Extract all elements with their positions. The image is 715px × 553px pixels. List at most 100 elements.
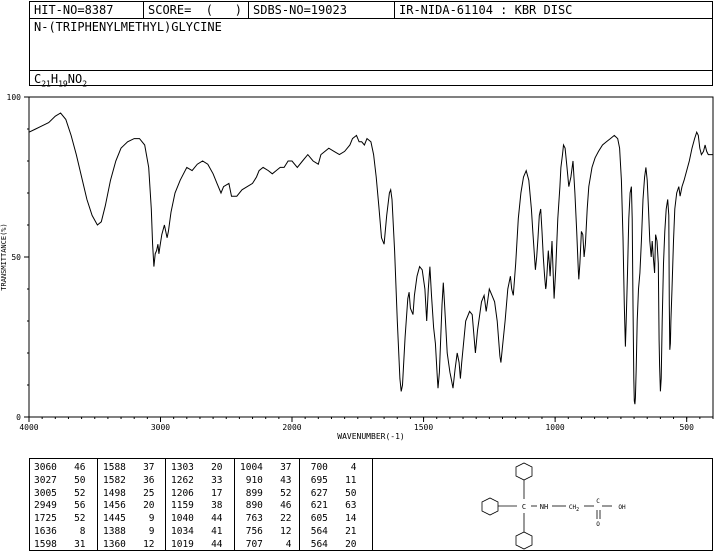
peak-transmittance: 52 [74,513,86,525]
peak-transmittance: 52 [280,487,292,499]
peak-column: 1303 20 1262 33 1206 17 1159 38 1040 44 1034 … [171,462,223,552]
peak-row: 627 50 [305,488,357,501]
peak-wavenumber: 621 [305,500,328,512]
peak-row: 1582 36 [103,475,155,488]
peak-wavenumber: 3005 [34,487,57,499]
peak-wavenumber: 1388 [103,525,126,537]
score-field: SCORE= ( ) [148,3,242,17]
column-divider [299,459,300,550]
peak-transmittance: 46 [74,462,86,473]
phenyl-ring-left [481,497,499,516]
x-tick-label: 1000 [545,423,564,432]
column-divider [234,459,235,550]
hydroxyl-label: OH [618,504,626,511]
y-tick-label: 0 [16,413,21,422]
peak-wavenumber: 564 [305,525,328,537]
peak-transmittance: 44 [211,513,223,525]
x-axis-label: WAVENUMBER(-1) [337,432,404,441]
peak-column: 1004 37 910 43 899 52 890 46 763 22 756 … [240,462,292,552]
spectrum-line [28,112,713,405]
peak-transmittance: 46 [280,500,292,512]
peak-transmittance: 44 [211,538,223,550]
y-axis-label: TRANSMITTANCE(%) [0,223,8,290]
peak-transmittance: 43 [280,474,292,486]
column-divider [97,459,98,550]
peak-transmittance: 12 [143,538,155,550]
peak-wavenumber: 890 [240,500,263,512]
panel-divider [372,459,373,550]
peak-transmittance: 25 [143,487,155,499]
peak-transmittance: 12 [280,525,292,537]
peak-wavenumber: 1498 [103,487,126,499]
peak-row: 1004 37 [240,462,292,475]
ch2-label: CH2 [569,504,579,513]
sdbs-number: SDBS-NO=19023 [253,3,347,17]
y-tick-label: 50 [11,253,21,262]
phenyl-ring-top [515,462,533,481]
peak-row: 564 20 [305,539,357,552]
peak-row: 564 21 [305,526,357,539]
axis-ticks [24,96,714,422]
peak-row: 700 4 [305,462,357,475]
peak-wavenumber: 695 [305,474,328,486]
chemical-structure: C NH CH2 C O OH [481,462,626,550]
peak-wavenumber: 1456 [103,500,126,512]
peak-row: 3060 46 [34,462,86,475]
peak-wavenumber: 707 [240,538,263,550]
peak-transmittance: 50 [74,474,86,486]
x-tick-label: 1500 [414,423,433,432]
peak-transmittance: 52 [74,487,86,499]
peak-row: 1040 44 [171,513,223,526]
peak-wavenumber: 1303 [171,462,194,473]
peak-wavenumber: 1588 [103,462,126,473]
peak-row: 890 46 [240,500,292,513]
peak-row: 621 63 [305,500,357,513]
x-tick-label: 4000 [19,423,38,432]
peak-row: 695 11 [305,475,357,488]
peak-column: 1588 37 1582 36 1498 25 1456 20 1445 9 1388 9… [103,462,155,552]
peak-row: 707 4 [240,539,292,552]
peak-wavenumber: 763 [240,513,263,525]
ir-method: IR-NIDA-61104 : KBR DISC [399,3,573,17]
peak-row: 1303 20 [171,462,223,475]
peak-transmittance: 63 [345,500,357,512]
peak-row: 1598 31 [34,539,86,552]
hit-number: HIT-NO=8387 [34,3,114,17]
peak-transmittance: 37 [143,462,155,473]
peak-wavenumber: 1004 [240,462,263,473]
carbonyl-carbon: C [596,498,600,505]
peak-wavenumber: 1159 [171,500,194,512]
peak-transmittance: 11 [345,474,357,486]
peak-wavenumber: 3060 [34,462,57,473]
peak-row: 3027 50 [34,475,86,488]
column-divider [165,459,166,550]
peak-transmittance: 20 [143,500,155,512]
peak-row: 3005 52 [34,488,86,501]
peak-transmittance: 36 [143,474,155,486]
peak-wavenumber: 910 [240,474,263,486]
peak-wavenumber: 700 [305,462,328,473]
peak-wavenumber: 627 [305,487,328,499]
peak-row: 1636 8 [34,526,86,539]
peak-transmittance: 21 [345,525,357,537]
peak-row: 756 12 [240,526,292,539]
peak-transmittance: 50 [345,487,357,499]
peak-transmittance: 33 [211,474,223,486]
peak-row: 899 52 [240,488,292,501]
peak-row: 1034 41 [171,526,223,539]
peak-row: 1725 52 [34,513,86,526]
x-tick-label: 2000 [282,423,301,432]
peak-row: 605 14 [305,513,357,526]
peak-transmittance: 17 [211,487,223,499]
peak-row: 1388 9 [103,526,155,539]
peak-row: 910 43 [240,475,292,488]
phenyl-ring-bottom [515,531,533,550]
peak-wavenumber: 3027 [34,474,57,486]
peak-wavenumber: 899 [240,487,263,499]
carbonyl-oxygen: O [596,521,600,528]
peak-column: 700 4 695 11 627 50 621 63 605 14 564 21… [305,462,357,552]
peak-wavenumber: 1582 [103,474,126,486]
peak-row: 2949 56 [34,500,86,513]
peak-transmittance: 8 [74,525,86,537]
peak-transmittance: 20 [345,538,357,550]
